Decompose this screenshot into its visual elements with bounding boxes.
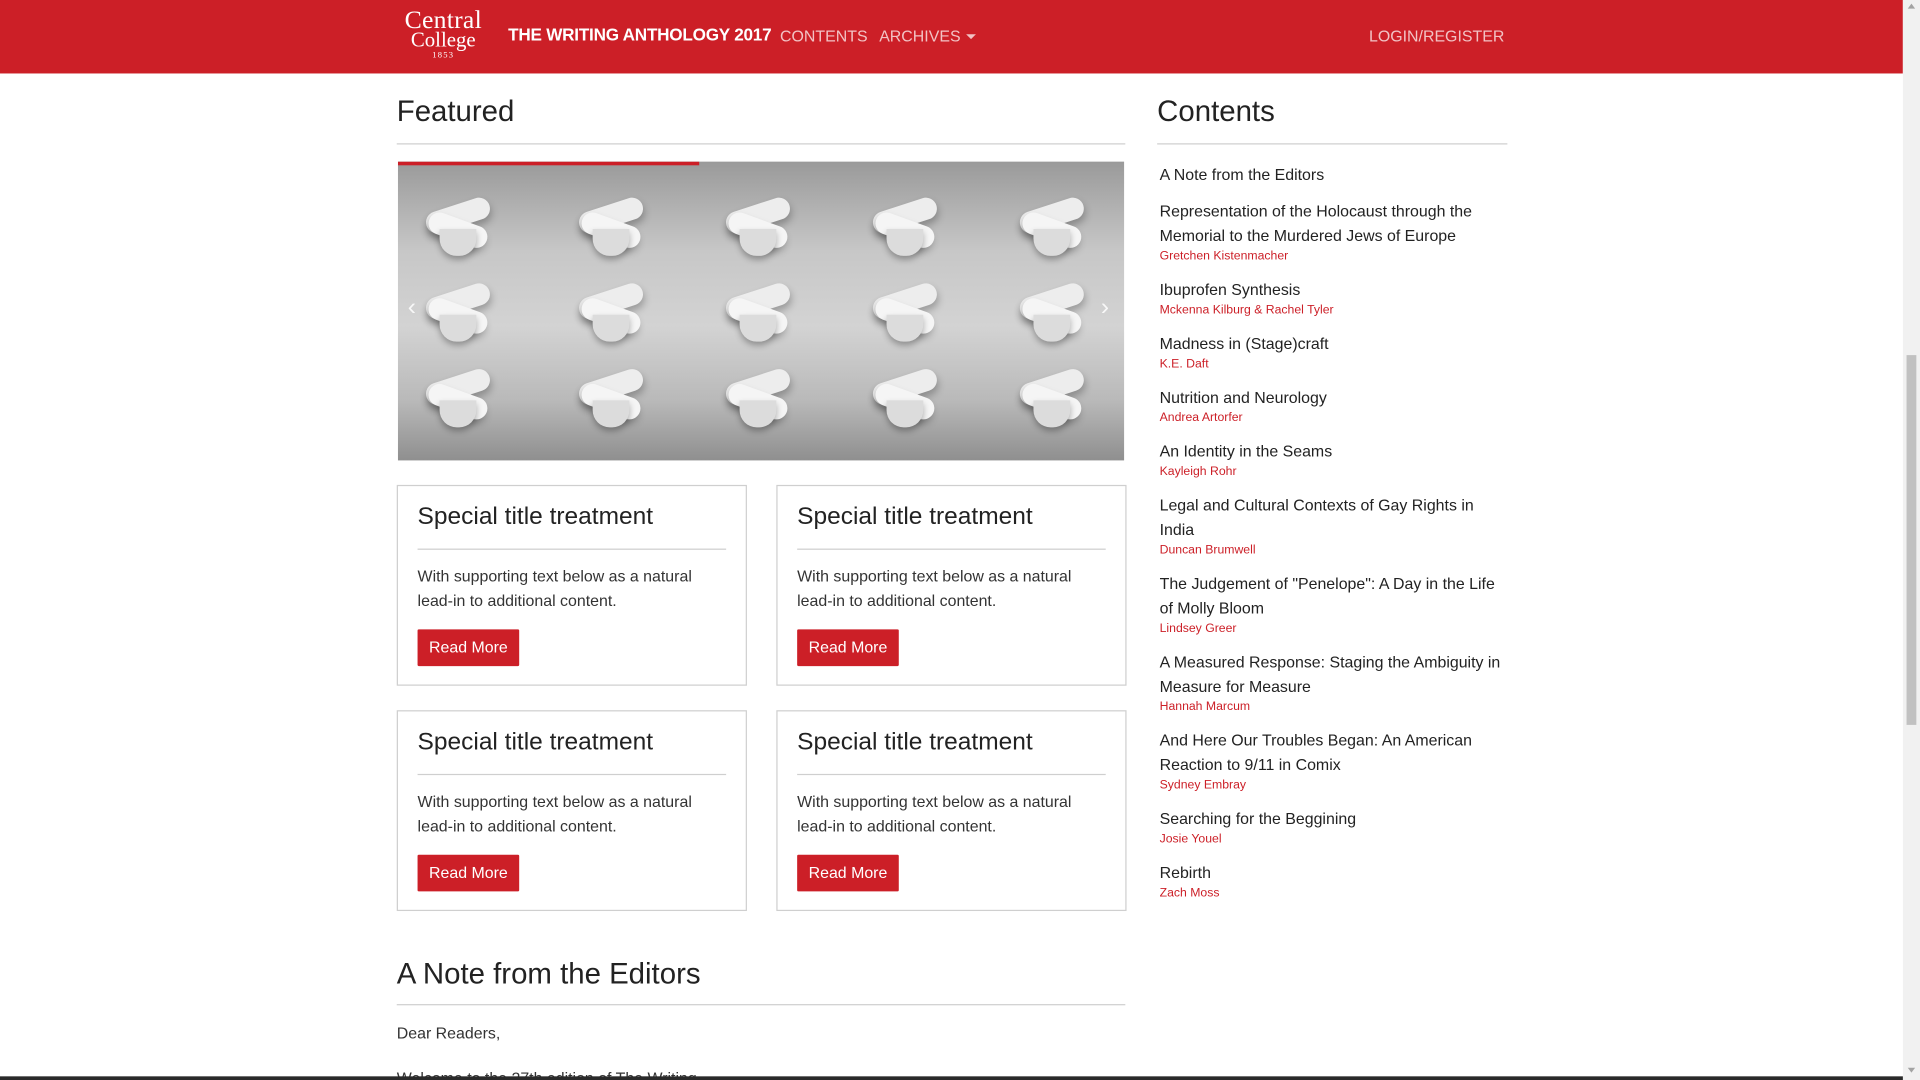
nav-login-register-link[interactable]: LOGIN/REGISTER [1369, 27, 1504, 45]
logo-year: 1853 [432, 50, 455, 61]
central-college-logo[interactable]: Central College 1853 [394, 7, 492, 63]
nav-contents-link[interactable]: CONTENTS [780, 27, 868, 45]
card-divider [417, 773, 727, 776]
contents-item[interactable]: And Here Our Troubles Began: An American… [1160, 729, 1503, 795]
contents-item[interactable]: Legal and Cultural Contexts of Gay Right… [1160, 493, 1503, 559]
contents-item[interactable]: Searching for the Beggining Josie Youel [1160, 807, 1503, 849]
contents-item-title[interactable]: Nutrition and Neurology [1160, 386, 1503, 410]
contents-item-title[interactable]: Representation of the Holocaust through … [1160, 200, 1503, 249]
page: Central College 1853 THE WRITING ANTHOLO… [0, 0, 1920, 1080]
sculpture-piece [1014, 278, 1090, 344]
editors-note-heading: A Note from the Editors [396, 957, 701, 991]
caret-down-icon [966, 34, 977, 40]
contents-item-author: Mckenna Kilburg & Rachel Tyler [1159, 303, 1334, 318]
read-more-button[interactable]: Read More [417, 629, 520, 667]
card-text: With supporting text below as a natural … [797, 566, 1072, 610]
read-more-button[interactable]: Read More [797, 854, 899, 892]
contents-item-author: Hannah Marcum [1159, 700, 1251, 714]
featured-card: Special title treatment With supporting … [396, 484, 747, 686]
sculpture-piece [720, 278, 796, 344]
editors-note-divider [396, 1004, 1126, 1006]
sculpture-piece [1014, 192, 1090, 258]
nav-archives-label: ARCHIVES [879, 26, 961, 46]
card-divider [417, 548, 727, 550]
contents-item-author: Josie Youel [1159, 832, 1222, 847]
sculpture-piece [1014, 364, 1090, 430]
card-divider [797, 548, 1106, 550]
featured-heading: Featured [396, 95, 515, 129]
contents-item[interactable]: The Judgement of "Penelope": A Day in th… [1160, 572, 1503, 638]
contents-item[interactable]: A Note from the Editors [1160, 163, 1503, 187]
contents-item-title[interactable]: A Measured Response: Staging the Ambigui… [1160, 650, 1503, 699]
contents-list: A Note from the Editors Representation o… [1160, 163, 1503, 915]
contents-item-title[interactable]: The Judgement of "Penelope": A Day in th… [1160, 572, 1503, 621]
sculpture-piece [420, 278, 496, 344]
contents-item-title[interactable]: Searching for the Beggining [1160, 807, 1503, 831]
featured-card: Special title treatment With supporting … [776, 710, 1127, 912]
card-title: Special title treatment [797, 503, 1033, 531]
window-bottom-edge [0, 1076, 1903, 1080]
featured-divider [396, 143, 1126, 145]
contents-item[interactable]: An Identity in the Seams Kayleigh Rohr [1160, 440, 1503, 482]
card-text: With supporting text below as a natural … [797, 792, 1072, 836]
read-more-button[interactable]: Read More [417, 854, 520, 892]
contents-item-author: Zach Moss [1159, 886, 1220, 901]
contents-item-author: Sydney Embray [1159, 778, 1247, 793]
featured-card: Special title treatment With supporting … [776, 484, 1127, 686]
sculpture-piece [573, 192, 649, 258]
contents-item-author: K.E. Daft [1159, 357, 1209, 372]
contents-item-title[interactable]: And Here Our Troubles Began: An American… [1160, 729, 1503, 778]
sculpture-piece [720, 192, 796, 258]
sculpture-piece [720, 364, 796, 430]
card-text: With supporting text below as a natural … [417, 792, 692, 836]
page-scrollbar[interactable] [1902, 0, 1920, 1080]
read-more-button[interactable]: Read More [797, 629, 899, 667]
contents-item[interactable]: Madness in (Stage)craft K.E. Daft [1160, 332, 1503, 374]
contents-item[interactable]: Representation of the Holocaust through … [1160, 200, 1503, 266]
scroll-down-arrow-icon[interactable] [1907, 1067, 1916, 1073]
contents-item-author: Andrea Artorfer [1159, 411, 1243, 425]
contents-item[interactable]: Ibuprofen Synthesis Mckenna Kilburg & Rac… [1160, 278, 1503, 320]
nav-archives-dropdown[interactable]: ARCHIVES [879, 26, 977, 46]
sculpture-piece [867, 192, 943, 258]
featured-carousel[interactable]: ‹ › [397, 161, 1125, 461]
carousel-image [420, 192, 1106, 449]
scrollbar-thumb[interactable] [1906, 355, 1917, 725]
scroll-up-arrow-icon[interactable] [1907, 3, 1916, 9]
contents-item-title[interactable]: A Note from the Editors [1160, 163, 1503, 187]
sculpture-piece [420, 192, 496, 258]
contents-item-title[interactable]: Rebirth [1160, 861, 1503, 885]
chevron-left-icon[interactable]: ‹ [408, 294, 416, 322]
card-title: Special title treatment [797, 728, 1033, 756]
contents-item-title[interactable]: An Identity in the Seams [1160, 440, 1503, 464]
sculpture-piece [867, 364, 943, 430]
contents-item-title[interactable]: Legal and Cultural Contexts of Gay Right… [1160, 493, 1503, 542]
card-text: With supporting text below as a natural … [417, 566, 692, 610]
contents-item[interactable]: Nutrition and Neurology Andrea Artorfer [1160, 386, 1503, 428]
featured-card: Special title treatment With supporting … [396, 710, 747, 912]
contents-heading: Contents [1157, 95, 1275, 129]
nav-brand-link[interactable]: THE WRITING ANTHOLOGY 2017 [508, 24, 771, 44]
card-title: Special title treatment [417, 728, 654, 756]
contents-item-author: Lindsey Greer [1159, 622, 1237, 636]
contents-item[interactable]: Rebirth Zach Moss [1160, 861, 1503, 903]
navbar: Central College 1853 THE WRITING ANTHOLO… [0, 0, 1903, 74]
contents-item-title[interactable]: Ibuprofen Synthesis [1160, 278, 1503, 302]
contents-item-author: Kayleigh Rohr [1159, 465, 1237, 479]
contents-divider [1157, 143, 1508, 145]
editors-note-greeting: Dear Readers, [396, 1023, 501, 1043]
card-divider [797, 773, 1106, 776]
card-title: Special title treatment [417, 503, 654, 531]
sculpture-piece [573, 364, 649, 430]
contents-item-author: Gretchen Kistenmacher [1159, 249, 1289, 264]
carousel-progress-bar [397, 161, 700, 166]
contents-item[interactable]: A Measured Response: Staging the Ambigui… [1160, 650, 1503, 716]
chevron-right-icon[interactable]: › [1101, 294, 1109, 322]
sculpture-piece [420, 364, 496, 430]
sculpture-piece [573, 278, 649, 344]
contents-item-title[interactable]: Madness in (Stage)craft [1160, 332, 1503, 356]
contents-item-author: Duncan Brumwell [1159, 543, 1256, 558]
sculpture-piece [867, 278, 943, 344]
